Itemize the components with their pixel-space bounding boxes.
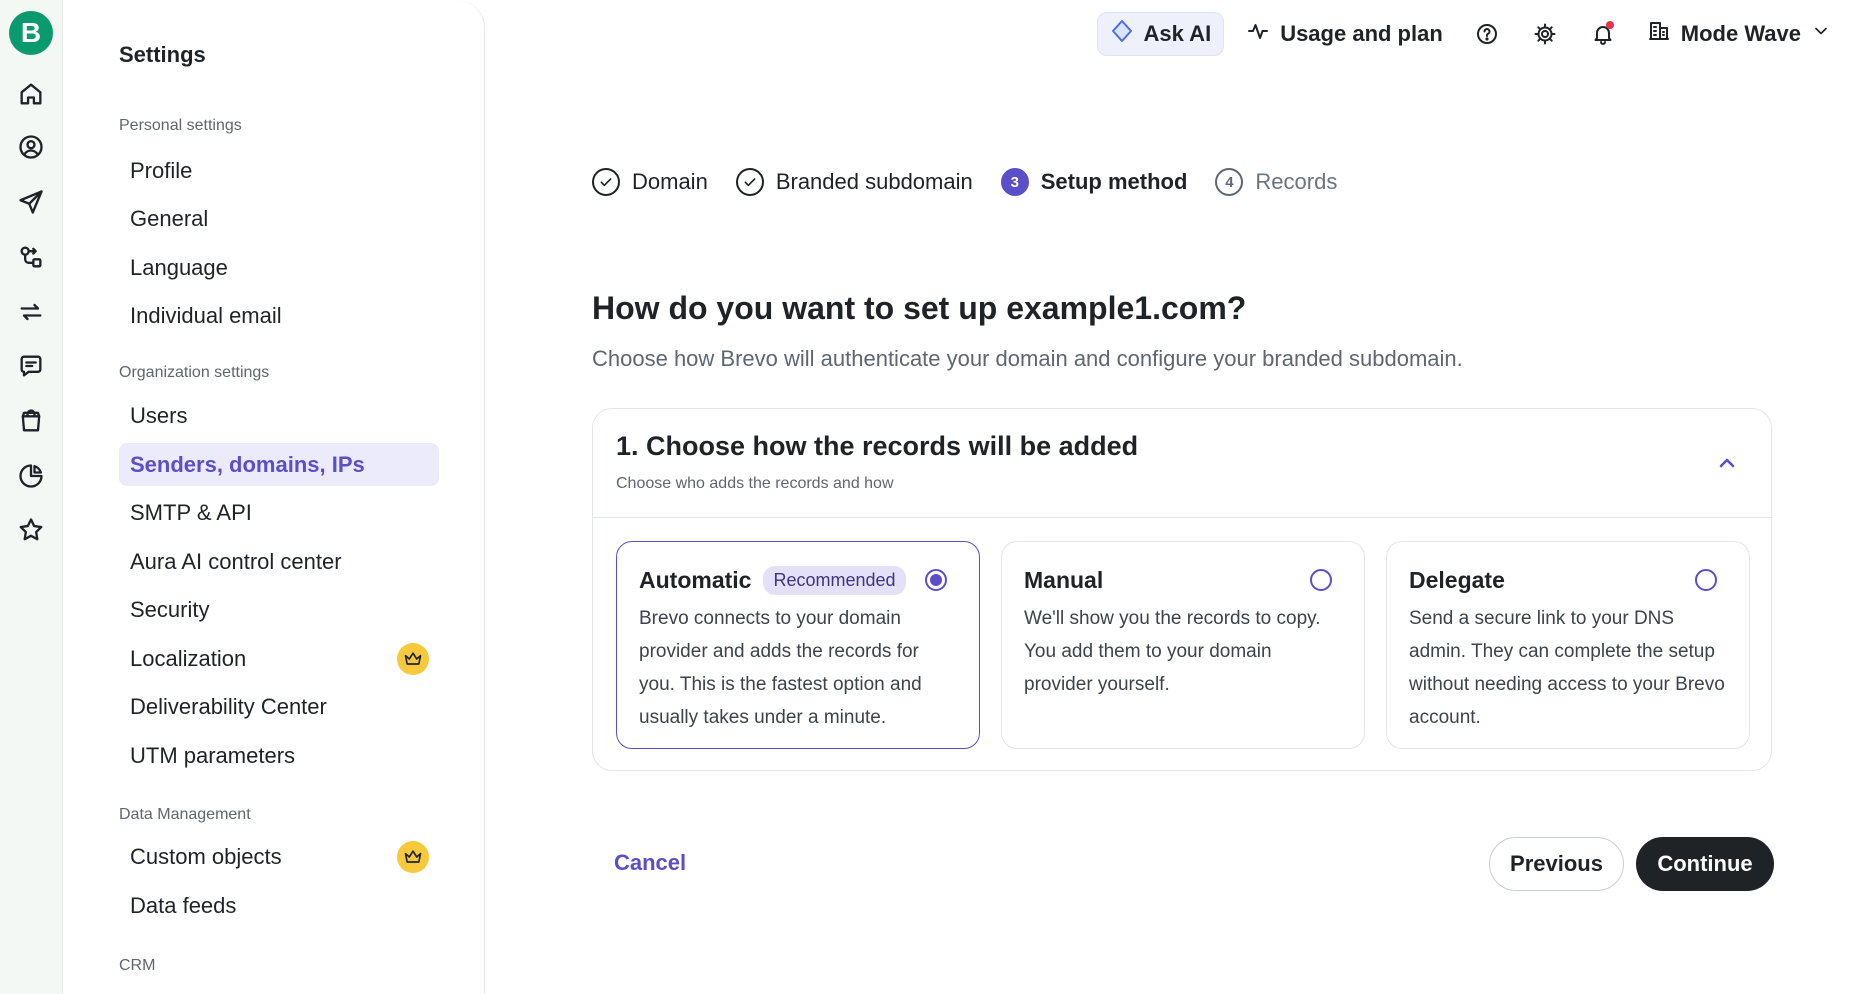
settings-sidebar: Settings Personal settings Profile Gener… [63, 0, 485, 994]
option-manual[interactable]: Manual We'll show you the records to cop… [1001, 541, 1365, 749]
sidebar-item-label: Localization [130, 645, 247, 671]
panel-title: 1. Choose how the records will be added [616, 431, 1139, 461]
sidebar-title: Settings [119, 42, 206, 67]
activity-icon [1246, 19, 1270, 49]
sidebar-item-language[interactable]: Language [119, 246, 439, 289]
step-setup-method: 3 Setup method [1000, 168, 1188, 196]
gear-icon[interactable] [1523, 12, 1567, 56]
sidebar-item-profile[interactable]: Profile [119, 149, 439, 192]
check-icon [735, 168, 764, 196]
usage-plan-button[interactable]: Usage and plan [1238, 19, 1451, 49]
page-title: How do you want to set up example1.com? [592, 290, 1247, 326]
panel-header[interactable]: 1. Choose how the records will be added … [593, 409, 1771, 518]
continue-button[interactable]: Continue [1636, 837, 1774, 891]
sidebar-item-label: Custom objects [130, 843, 282, 869]
radio-manual[interactable] [1310, 569, 1332, 591]
sync-icon[interactable] [15, 296, 47, 328]
page-subtitle: Choose how Brevo will authenticate your … [592, 346, 1463, 371]
conversations-icon[interactable] [15, 350, 47, 382]
option-title: Automatic [639, 566, 752, 593]
ecommerce-icon[interactable] [15, 405, 47, 437]
sidebar-item-users[interactable]: Users [119, 394, 439, 437]
section-label-organization: Organization settings [119, 364, 270, 381]
account-name: Mode Wave [1680, 21, 1801, 46]
section-label-crm: CRM [119, 957, 156, 974]
sidebar-item-general[interactable]: General [119, 197, 439, 240]
step-number: 3 [1000, 168, 1029, 196]
sidebar-item-security[interactable]: Security [119, 588, 439, 631]
previous-button[interactable]: Previous [1489, 837, 1624, 891]
sidebar-item-smtp-api[interactable]: SMTP & API [119, 491, 439, 534]
brevo-logo[interactable]: B [9, 11, 53, 55]
option-description: Brevo connects to your domain provider a… [639, 608, 922, 728]
ask-ai-label: Ask AI [1143, 21, 1212, 46]
chevron-up-icon[interactable] [1715, 451, 1739, 475]
home-icon[interactable] [15, 78, 47, 110]
option-automatic[interactable]: Automatic Recommended Brevo connects to … [616, 541, 980, 749]
step-records: 4 Records [1215, 168, 1337, 196]
step-branded-subdomain[interactable]: Branded subdomain [735, 168, 973, 196]
panel-subtitle: Choose who adds the records and how [616, 475, 894, 492]
option-description: We'll show you the records to copy. You … [1024, 608, 1321, 695]
usage-plan-label: Usage and plan [1280, 21, 1443, 46]
automations-icon[interactable] [15, 241, 47, 273]
building-icon [1647, 19, 1671, 49]
bell-icon[interactable] [1581, 12, 1625, 56]
option-title: Manual [1024, 566, 1104, 593]
campaigns-icon[interactable] [15, 186, 47, 218]
step-domain[interactable]: Domain [592, 168, 708, 196]
favorites-icon[interactable] [15, 514, 47, 546]
sidebar-item-utm-parameters[interactable]: UTM parameters [119, 734, 439, 777]
option-description: Send a secure link to your DNS admin. Th… [1409, 608, 1725, 728]
step-label: Domain [632, 169, 708, 194]
check-icon [592, 168, 620, 196]
sidebar-item-deliverability-center[interactable]: Deliverability Center [119, 685, 439, 728]
records-method-panel: 1. Choose how the records will be added … [592, 408, 1772, 771]
sidebar-item-senders-domains-ips[interactable]: Senders, domains, IPs [119, 443, 439, 486]
help-icon[interactable] [1465, 12, 1509, 56]
radio-delegate[interactable] [1695, 569, 1717, 591]
app-rail: B [0, 0, 63, 994]
sidebar-item-localization[interactable]: Localization [119, 637, 439, 680]
step-label: Setup method [1040, 169, 1188, 194]
top-header: Ask AI Usage and plan Mode Wave [1096, 12, 1839, 56]
radio-automatic[interactable] [925, 569, 947, 591]
step-label: Records [1255, 169, 1338, 194]
crown-icon [397, 841, 429, 873]
setup-stepper: Domain Branded subdomain 3 Setup method … [592, 168, 1337, 196]
reports-icon[interactable] [15, 460, 47, 492]
crown-icon [397, 643, 429, 675]
sparkle-icon [1110, 19, 1134, 49]
chevron-down-icon [1811, 21, 1831, 47]
recommended-badge: Recommended [763, 565, 906, 595]
contacts-icon[interactable] [15, 131, 47, 163]
cancel-link[interactable]: Cancel [614, 850, 686, 876]
option-delegate[interactable]: Delegate Send a secure link to your DNS … [1386, 541, 1750, 749]
ask-ai-button[interactable]: Ask AI [1096, 12, 1225, 56]
notification-dot [1605, 21, 1614, 29]
account-switcher[interactable]: Mode Wave [1639, 19, 1839, 49]
sidebar-item-custom-objects[interactable]: Custom objects [119, 835, 439, 878]
sidebar-item-aura-ai[interactable]: Aura AI control center [119, 540, 439, 583]
step-number: 4 [1215, 168, 1244, 196]
section-label-personal: Personal settings [119, 117, 242, 134]
step-label: Branded subdomain [775, 169, 973, 194]
option-title: Delegate [1409, 566, 1505, 593]
sidebar-item-data-feeds[interactable]: Data feeds [119, 884, 439, 927]
sidebar-item-individual-email[interactable]: Individual email [119, 294, 439, 337]
section-label-data-management: Data Management [119, 806, 251, 823]
